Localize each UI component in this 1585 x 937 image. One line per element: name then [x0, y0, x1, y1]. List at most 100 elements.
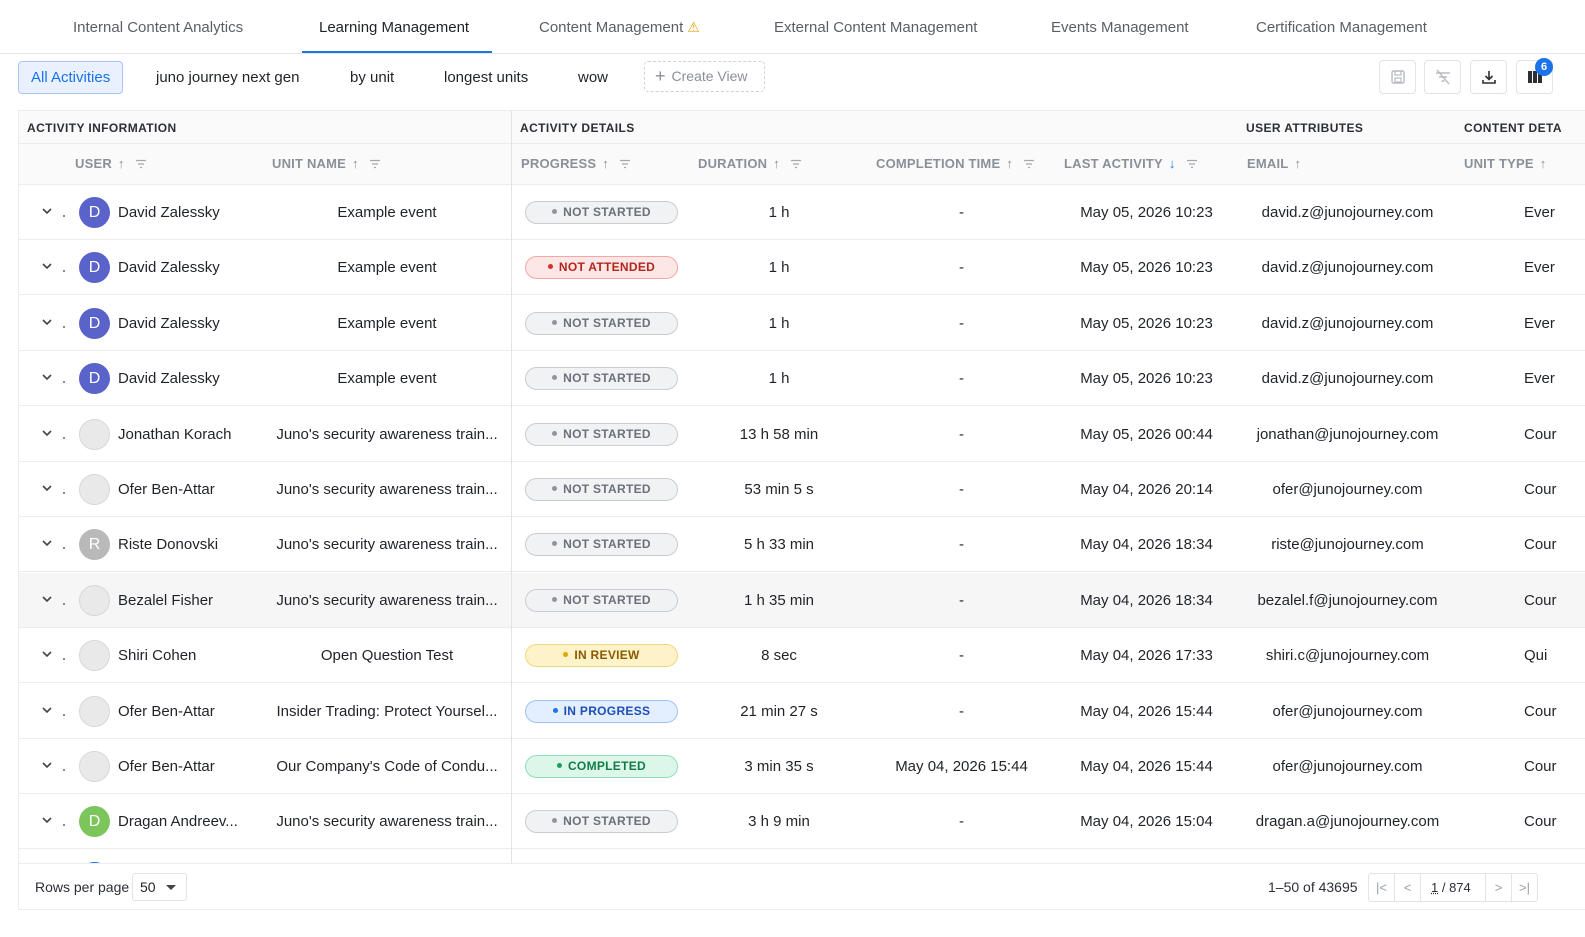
filter-icon[interactable] — [369, 157, 381, 172]
sort-arrow-icon[interactable]: ↑ — [1540, 156, 1547, 171]
caret-down-icon — [166, 885, 176, 890]
table-row[interactable]: D David Zalessky Example event NOT START… — [19, 351, 1585, 407]
duration: 1 h — [768, 314, 790, 332]
clear-filters-button[interactable] — [1424, 60, 1461, 94]
chevron-down-icon[interactable] — [40, 647, 54, 661]
filter-icon[interactable] — [1186, 157, 1198, 172]
create-view-button[interactable]: + Create View — [644, 61, 765, 92]
view-by-unit[interactable]: by unit — [338, 61, 406, 94]
chevron-down-icon[interactable] — [40, 259, 54, 273]
table-row[interactable]: Jonathan Korach Juno's security awarenes… — [19, 406, 1585, 462]
last-page-button[interactable]: >| — [1511, 874, 1537, 901]
duration: 53 min 5 s — [744, 481, 814, 498]
status-dot-icon — [552, 430, 558, 436]
sort-arrow-icon[interactable]: ↑ — [602, 156, 609, 171]
avatar: D — [79, 307, 110, 339]
status-label: NOT STARTED — [563, 482, 651, 496]
completion-time: May 04, 2026 15:44 — [895, 758, 1028, 775]
chevron-down-icon[interactable] — [40, 315, 54, 329]
first-page-button[interactable]: |< — [1369, 874, 1395, 901]
chevron-down-icon[interactable] — [40, 536, 54, 550]
page-indicator: 1 / 874 — [1431, 874, 1471, 901]
chevron-down-icon[interactable] — [40, 813, 54, 827]
column-header-user[interactable]: USER ↑ — [75, 156, 147, 172]
chevron-down-icon[interactable] — [40, 370, 54, 384]
table-row[interactable]: Ofer Ben-Attar Our Company's Code of Con… — [19, 739, 1585, 794]
previous-page-button[interactable]: < — [1395, 874, 1421, 901]
column-header-unit-type[interactable]: UNIT TYPE ↑ — [1464, 156, 1546, 171]
table-row[interactable]: D David Zalessky Example event NOT START… — [19, 295, 1585, 351]
chevron-down-icon[interactable] — [40, 592, 54, 606]
table-row[interactable]: Shiri Cohen Open Question Test IN REVIEW… — [19, 628, 1585, 684]
filter-icon[interactable] — [135, 157, 147, 172]
table-row[interactable]: D Dragan Andreev... Juno's security awar… — [19, 794, 1585, 850]
column-header-email[interactable]: EMAIL ↑ — [1247, 156, 1301, 171]
last-activity: May 05, 2026 10:23 — [1080, 314, 1213, 332]
tab-content-management[interactable]: Content Management ⚠ — [539, 19, 700, 36]
download-icon — [1481, 71, 1496, 84]
table-row[interactable]: Bezalel Fisher Juno's security awareness… — [19, 572, 1585, 628]
duration: 13 h 58 min — [739, 425, 819, 443]
table-row[interactable]: Ofer Ben-Attar Insider Trading: Protect … — [19, 683, 1585, 739]
row-indicator — [63, 769, 65, 771]
table-row[interactable]: D David Zalessky Example event NOT START… — [19, 185, 1585, 240]
view-all-activities[interactable]: All Activities — [18, 61, 124, 94]
page-separator: / — [1438, 880, 1450, 895]
sort-arrow-icon[interactable]: ↑ — [1294, 156, 1301, 171]
view-juno-journey-next-gen[interactable]: juno journey next gen — [144, 61, 311, 94]
group-activity-details: ACTIVITY DETAILS — [520, 121, 635, 135]
next-page-button[interactable]: > — [1485, 874, 1511, 901]
column-header-last-activity[interactable]: LAST ACTIVITY ↓ — [1064, 156, 1198, 172]
chevron-down-icon[interactable] — [40, 758, 54, 772]
status-badge: NOT STARTED — [525, 533, 678, 557]
status-label: NOT STARTED — [563, 315, 651, 330]
email: david.z@junojourney.com — [1261, 370, 1434, 388]
unit-type: Qui — [1524, 647, 1548, 665]
tab-events-management[interactable]: Events Management — [1051, 19, 1189, 36]
completion-time: - — [959, 259, 964, 277]
email: dragan.a@junojourney.com — [1255, 813, 1440, 831]
save-view-button[interactable] — [1379, 60, 1416, 94]
completion-time: - — [959, 204, 964, 221]
view-longest-units[interactable]: longest units — [432, 61, 540, 94]
column-header-completion-time[interactable]: COMPLETION TIME ↑ — [876, 156, 1035, 172]
status-label: NOT STARTED — [563, 814, 651, 829]
chevron-down-icon[interactable] — [40, 481, 54, 495]
column-header-duration-label: DURATION — [698, 156, 768, 171]
duration: 8 sec — [761, 647, 797, 665]
status-dot-icon — [552, 375, 558, 381]
user-name: Ofer Ben-Attar — [118, 481, 215, 498]
status-dot-icon — [552, 486, 558, 491]
chevron-down-icon[interactable] — [40, 426, 54, 440]
unit-name: Example event — [337, 259, 437, 277]
chevron-down-icon[interactable] — [40, 204, 54, 218]
filter-icon[interactable] — [790, 157, 802, 172]
rows-per-page-select[interactable]: 50 — [132, 873, 187, 901]
filter-icon[interactable] — [619, 157, 631, 172]
tab-internal-content-analytics[interactable]: Internal Content Analytics — [73, 19, 243, 36]
completion-time: - — [959, 647, 964, 665]
tab-external-content-management[interactable]: External Content Management — [774, 19, 977, 36]
column-header-progress[interactable]: PROGRESS ↑ — [521, 156, 631, 172]
last-activity: May 05, 2026 10:23 — [1080, 370, 1213, 388]
row-indicator — [63, 658, 65, 661]
download-button[interactable] — [1470, 60, 1507, 94]
sort-arrow-icon[interactable]: ↑ — [352, 156, 359, 171]
table-row[interactable]: Ofer Ben-Attar Juno's security awareness… — [19, 462, 1585, 517]
table-row[interactable]: R Riste Donovski Juno's security awarene… — [19, 517, 1585, 573]
view-wow[interactable]: wow — [566, 61, 620, 94]
sort-arrow-icon[interactable]: ↑ — [118, 156, 125, 171]
sort-desc-arrow-icon[interactable]: ↓ — [1169, 156, 1176, 171]
sort-arrow-icon[interactable]: ↑ — [773, 156, 780, 171]
filter-icon[interactable] — [1023, 157, 1035, 172]
tab-learning-management[interactable]: Learning Management — [319, 19, 469, 36]
status-dot-icon — [563, 652, 569, 658]
chevron-down-icon[interactable] — [40, 703, 54, 717]
tab-certification-management[interactable]: Certification Management — [1256, 19, 1427, 36]
sort-arrow-icon[interactable]: ↑ — [1006, 156, 1013, 171]
table-row[interactable]: D David Zalessky Example event NOT ATTEN… — [19, 240, 1585, 296]
column-group-header: ACTIVITY INFORMATION ACTIVITY DETAILS US… — [19, 111, 1585, 144]
column-header-unit-name[interactable]: UNIT NAME ↑ — [272, 156, 381, 172]
column-header-duration[interactable]: DURATION ↑ — [698, 156, 802, 172]
row-indicator — [63, 436, 65, 439]
